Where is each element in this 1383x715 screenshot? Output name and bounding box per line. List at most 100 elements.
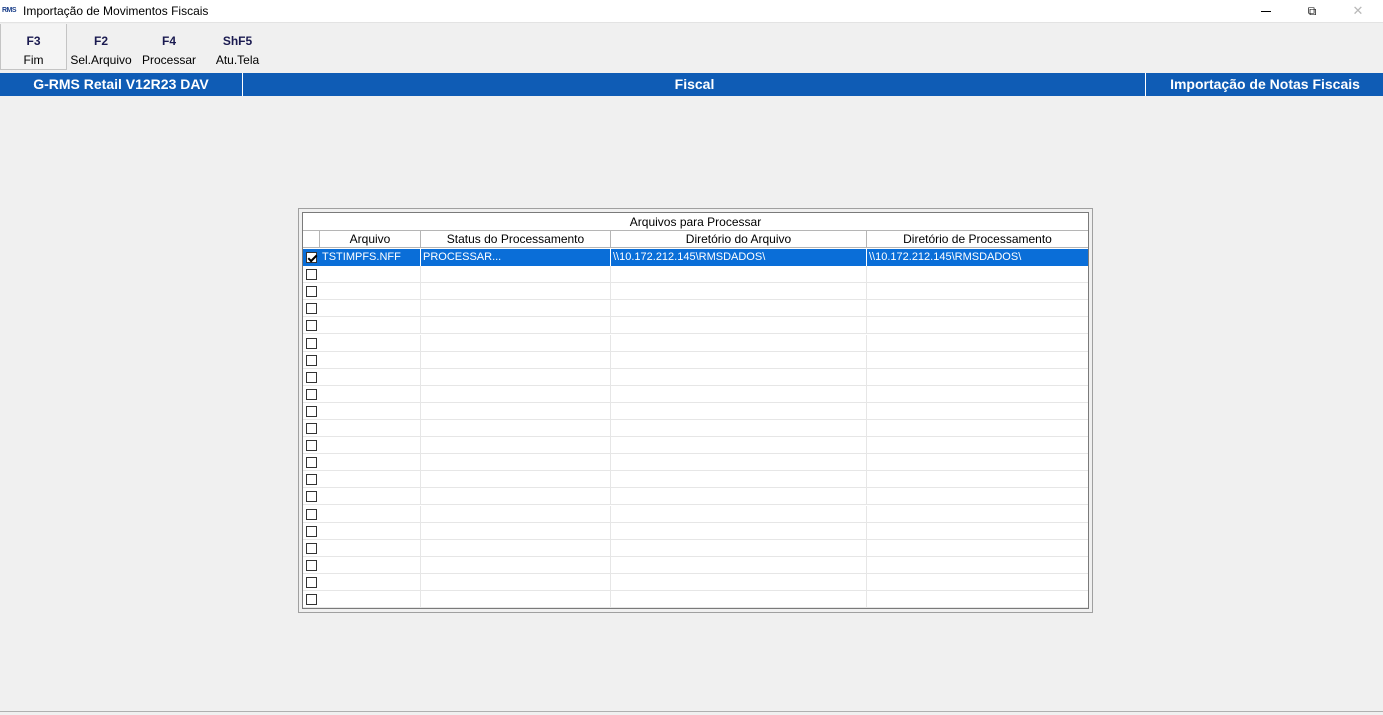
row-checkbox[interactable]	[306, 337, 317, 349]
atu-tela-key: ShF5	[222, 34, 253, 48]
table-row[interactable]	[303, 505, 1088, 523]
row-checkbox-cell[interactable]	[303, 454, 320, 471]
cell-arquivo	[320, 488, 421, 506]
cell-status	[421, 300, 611, 318]
cell-arquivo	[320, 368, 421, 386]
cell-diretorio	[611, 488, 867, 506]
table-row[interactable]	[303, 317, 1088, 335]
cell-status	[421, 591, 611, 608]
row-checkbox-cell[interactable]	[303, 369, 320, 386]
table-row[interactable]	[303, 522, 1088, 540]
cell-processamento	[867, 369, 1088, 386]
row-checkbox[interactable]	[306, 594, 317, 605]
table-row[interactable]	[303, 591, 1088, 608]
column-header-check	[303, 231, 320, 248]
cell-status	[421, 505, 611, 523]
cell-arquivo	[320, 266, 421, 284]
table-row[interactable]	[303, 573, 1088, 591]
cell-status	[421, 385, 611, 403]
row-checkbox[interactable]	[306, 286, 317, 298]
column-header-status[interactable]: Status do Processamento	[421, 231, 611, 248]
row-checkbox[interactable]	[306, 508, 317, 520]
files-grid: Arquivos para Processar Arquivo Status d…	[302, 212, 1089, 609]
cell-status	[421, 420, 611, 437]
row-checkbox-cell[interactable]	[303, 557, 320, 574]
row-checkbox-cell[interactable]	[303, 283, 320, 300]
cell-processamento	[867, 506, 1088, 523]
row-checkbox-cell[interactable]	[303, 266, 320, 283]
table-row[interactable]	[303, 402, 1088, 420]
column-header-processamento[interactable]: Diretório de Processamento	[867, 231, 1088, 248]
cell-diretorio	[611, 283, 867, 301]
row-checkbox-cell[interactable]	[303, 335, 320, 352]
row-checkbox[interactable]	[306, 405, 317, 417]
cell-diretorio	[611, 266, 867, 284]
close-icon: ✕	[1352, 3, 1364, 18]
close-button[interactable]: ✕	[1335, 0, 1381, 22]
table-row[interactable]	[303, 385, 1088, 403]
cell-arquivo: TSTIMPFS.NFF	[320, 249, 421, 266]
cell-status	[421, 556, 611, 574]
table-row[interactable]	[303, 351, 1088, 369]
row-checkbox[interactable]	[306, 423, 317, 434]
row-checkbox[interactable]	[306, 440, 317, 452]
row-checkbox[interactable]	[306, 457, 317, 469]
cell-processamento	[867, 266, 1088, 283]
table-row[interactable]	[303, 420, 1088, 437]
cell-processamento	[867, 437, 1088, 454]
row-checkbox[interactable]	[306, 474, 317, 486]
cell-arquivo	[320, 385, 421, 403]
row-checkbox[interactable]	[306, 320, 317, 332]
row-checkbox-cell[interactable]	[303, 506, 320, 523]
table-row[interactable]	[303, 300, 1088, 318]
table-row[interactable]: TSTIMPFS.NFF PROCESSAR... \\10.172.212.145…	[303, 249, 1088, 266]
table-row[interactable]	[303, 334, 1088, 352]
row-checkbox[interactable]	[306, 303, 317, 315]
row-checkbox-cell[interactable]	[303, 437, 320, 454]
row-checkbox-cell[interactable]	[303, 471, 320, 488]
table-row[interactable]	[303, 368, 1088, 386]
fim-button[interactable]: F3 Fim	[0, 24, 67, 70]
table-row[interactable]	[303, 539, 1088, 557]
row-checkbox-cell[interactable]	[303, 386, 320, 403]
row-checkbox-cell[interactable]	[303, 352, 320, 369]
table-row[interactable]	[303, 283, 1088, 301]
row-checkbox[interactable]	[306, 388, 317, 400]
row-checkbox-cell[interactable]	[303, 523, 320, 540]
row-checkbox-cell[interactable]	[303, 317, 320, 334]
table-row[interactable]	[303, 471, 1088, 489]
table-row[interactable]	[303, 454, 1088, 472]
row-checkbox[interactable]	[306, 252, 317, 263]
restore-button[interactable]: ⧉	[1289, 0, 1335, 22]
row-checkbox-cell[interactable]	[303, 403, 320, 420]
atu-tela-button[interactable]: ShF5 Atu.Tela	[210, 24, 265, 70]
cell-status	[421, 454, 611, 472]
column-header-arquivo[interactable]: Arquivo	[320, 231, 421, 248]
row-checkbox[interactable]	[306, 491, 317, 503]
row-checkbox[interactable]	[306, 542, 317, 554]
row-checkbox-cell[interactable]	[303, 420, 320, 437]
row-checkbox[interactable]	[306, 371, 317, 383]
row-checkbox-cell[interactable]	[303, 249, 320, 266]
row-checkbox-cell[interactable]	[303, 488, 320, 505]
row-checkbox[interactable]	[306, 576, 317, 588]
cell-processamento	[867, 471, 1088, 488]
row-checkbox[interactable]	[306, 559, 317, 571]
minimize-button[interactable]	[1243, 0, 1289, 22]
table-row[interactable]	[303, 437, 1088, 455]
row-checkbox-cell[interactable]	[303, 591, 320, 608]
row-checkbox[interactable]	[306, 269, 317, 281]
table-row[interactable]	[303, 556, 1088, 574]
table-row[interactable]	[303, 266, 1088, 284]
row-checkbox-cell[interactable]	[303, 574, 320, 591]
row-checkbox[interactable]	[306, 354, 317, 366]
column-header-diretorio[interactable]: Diretório do Arquivo	[611, 231, 867, 248]
processar-button[interactable]: F4 Processar	[137, 24, 201, 70]
row-checkbox-cell[interactable]	[303, 540, 320, 557]
table-row[interactable]	[303, 488, 1088, 506]
row-checkbox-cell[interactable]	[303, 300, 320, 317]
row-checkbox[interactable]	[306, 525, 317, 537]
cell-diretorio	[611, 420, 867, 437]
sel-arquivo-button[interactable]: F2 Sel.Arquivo	[67, 24, 135, 70]
cell-processamento	[867, 591, 1088, 608]
